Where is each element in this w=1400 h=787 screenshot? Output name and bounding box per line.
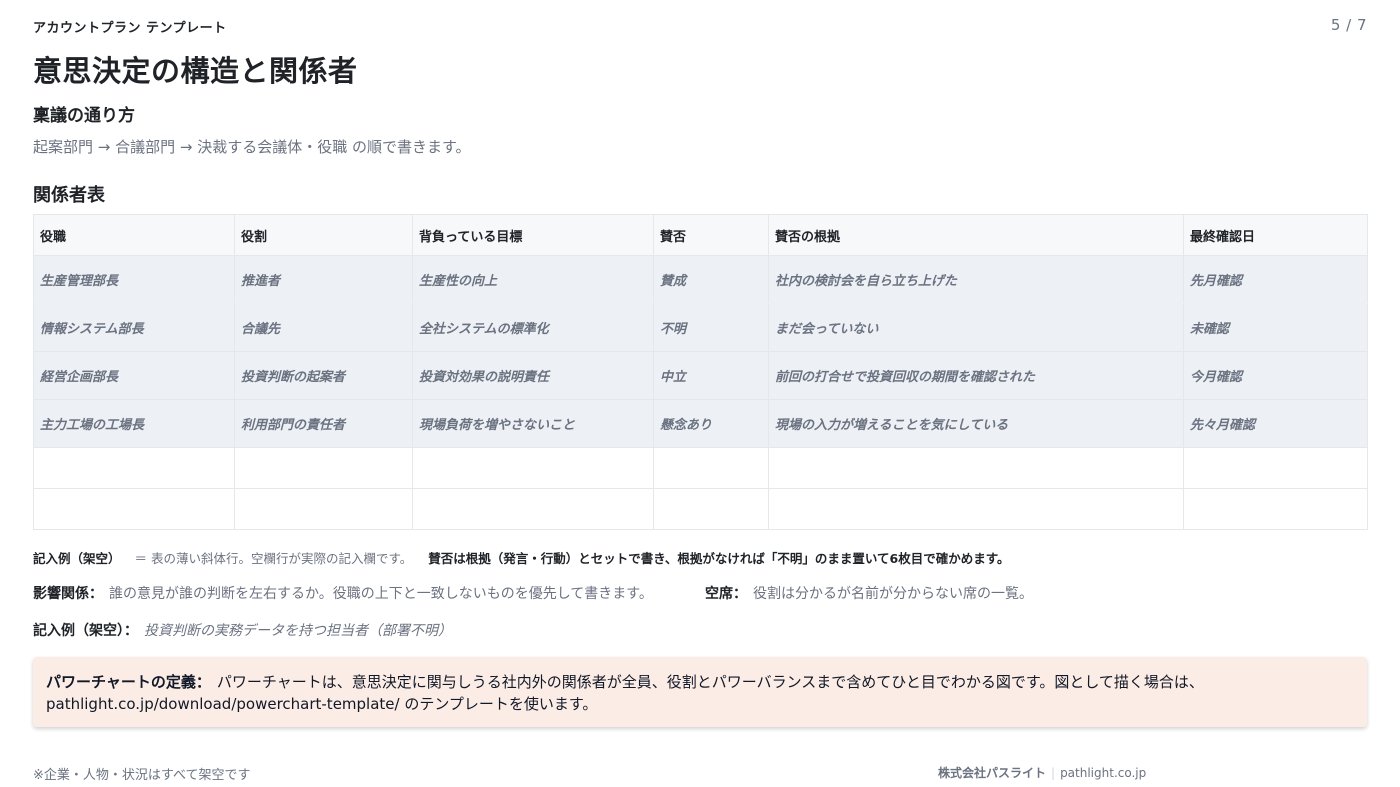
influence-label: 影響関係： [33, 586, 103, 602]
table-cell: 生産管理部長 [33, 255, 235, 304]
table-cell: 主力工場の工場長 [33, 399, 235, 448]
table-cell: 今月確認 [1183, 351, 1368, 400]
footer-disclaimer: ※企業・人物・状況はすべて架空です [33, 768, 251, 783]
footer-company: 株式会社パスライト | pathlight.co.jp [938, 764, 1146, 781]
table-cell: 推進者 [234, 255, 413, 304]
editable-cell[interactable] [653, 447, 769, 489]
blank-entry-row [33, 447, 1368, 489]
column-header: 最終確認日 [1183, 214, 1368, 256]
table-cell: 投資対効果の説明責任 [412, 351, 654, 400]
powerchart-callout: パワーチャートの定義： パワーチャートは、意思決定に関与しうる社内外の関係者が全員… [33, 657, 1367, 727]
table-cell: 現場負荷を増やさないこと [412, 399, 654, 448]
editable-cell[interactable] [33, 488, 235, 530]
column-header: 賛否 [653, 214, 769, 256]
example-row: 主力工場の工場長 利用部門の責任者 現場負荷を増やさないこと 懸念あり 現場の入… [33, 399, 1368, 448]
table-cell: 前回の打合せで投資回収の期間を確認された [768, 351, 1184, 400]
editable-cell[interactable] [234, 488, 413, 530]
table-cell: まだ会っていない [768, 303, 1184, 352]
column-header: 役職 [33, 214, 235, 256]
column-header: 役割 [234, 214, 413, 256]
table-cell: 合議先 [234, 303, 413, 352]
callout-text: パワーチャートは、意思決定に関与しうる社内外の関係者が全員、役割とパワーバランス… [46, 673, 1204, 713]
table-cell: 先月確認 [1183, 255, 1368, 304]
legend-description: ＝ 表の薄い斜体行。空欄行が実際の記入欄です。 [134, 551, 413, 566]
table-cell: 利用部門の責任者 [234, 399, 413, 448]
table-legend: 記入例（架空） ＝ 表の薄い斜体行。空欄行が実際の記入欄です。 賛否は根拠（発言・行… [33, 548, 1009, 567]
editable-cell[interactable] [653, 488, 769, 530]
callout-label: パワーチャートの定義： [46, 673, 211, 691]
editable-cell[interactable] [234, 447, 413, 489]
table-cell: 先々月確認 [1183, 399, 1368, 448]
editable-cell[interactable] [33, 447, 235, 489]
legend-tag: 記入例（架空） [33, 551, 121, 566]
table-cell: 経営企画部長 [33, 351, 235, 400]
example-text: 投資判断の実務データを持つ担当者（部署不明） [144, 623, 452, 639]
legend-note: 賛否は根拠（発言・行動）とセットで書き、根拠がなければ「不明」のまま置いて6枚目… [428, 551, 1010, 566]
example-row: 生産管理部長 推進者 生産性の向上 賛成 社内の検討会を自ら立ち上げた 先月確認 [33, 255, 1368, 304]
vacant-note: 空席： 役割は分かるが名前が分からない席の一覧。 [705, 583, 1033, 603]
vacant-label: 空席： [705, 586, 747, 602]
editable-cell[interactable] [1183, 488, 1368, 530]
influence-text: 誰の意見が誰の判断を左右するか。役職の上下と一致しないものを優先して書きます。 [109, 586, 653, 602]
approval-heading: 稟議の通り方 [33, 106, 135, 126]
influence-note: 影響関係： 誰の意見が誰の判断を左右するか。役職の上下と一致しないものを優先して書… [33, 583, 653, 603]
company-name: 株式会社パスライト [938, 766, 1047, 780]
table-cell: 未確認 [1183, 303, 1368, 352]
table-cell: 情報システム部長 [33, 303, 235, 352]
template-label: アカウントプラン テンプレート [33, 21, 227, 36]
editable-cell[interactable] [768, 447, 1184, 489]
example-row: 経営企画部長 投資判断の起案者 投資対効果の説明責任 中立 前回の打合せで投資回… [33, 351, 1368, 400]
column-header: 背負っている目標 [412, 214, 654, 256]
table-cell: 生産性の向上 [412, 255, 654, 304]
slide-header: アカウントプラン テンプレート 5 / 7 [33, 16, 1367, 36]
footer-separator: | [1051, 766, 1056, 780]
editable-cell[interactable] [412, 447, 654, 489]
stakeholder-heading: 関係者表 [33, 185, 105, 206]
company-domain: pathlight.co.jp [1060, 766, 1147, 780]
slide: アカウントプラン テンプレート 5 / 7 意思決定の構造と関係者 稟議の通り方… [33, 0, 1368, 787]
table-cell: 中立 [653, 351, 769, 400]
table-cell: 投資判断の起案者 [234, 351, 413, 400]
table-cell: 全社システムの標準化 [412, 303, 654, 352]
table-cell: 懸念あり [653, 399, 769, 448]
vacant-text: 役割は分かるが名前が分からない席の一覧。 [753, 586, 1033, 602]
stakeholder-table: 役職 役割 背負っている目標 賛否 賛否の根拠 最終確認日 生産管理部長 推進者… [33, 214, 1368, 530]
editable-cell[interactable] [412, 488, 654, 530]
approval-flow: 起案部門 → 合議部門 → 決裁する会議体・役職 の順で書きます。 [33, 138, 471, 156]
page-number: 5 / 7 [1330, 16, 1367, 34]
table-cell: 賛成 [653, 255, 769, 304]
editable-cell[interactable] [768, 488, 1184, 530]
column-header: 賛否の根拠 [768, 214, 1184, 256]
table-header-row: 役職 役割 背負っている目標 賛否 賛否の根拠 最終確認日 [33, 214, 1368, 256]
example-note: 記入例（架空）： 投資判断の実務データを持つ担当者（部署不明） [33, 620, 452, 640]
editable-cell[interactable] [1183, 447, 1368, 489]
example-row: 情報システム部長 合議先 全社システムの標準化 不明 まだ会っていない 未確認 [33, 303, 1368, 352]
table-cell: 社内の検討会を自ら立ち上げた [768, 255, 1184, 304]
table-cell: 現場の入力が増えることを気にしている [768, 399, 1184, 448]
page-title: 意思決定の構造と関係者 [33, 54, 358, 88]
blank-entry-row [33, 488, 1368, 530]
table-cell: 不明 [653, 303, 769, 352]
example-label: 記入例（架空）： [33, 623, 138, 639]
